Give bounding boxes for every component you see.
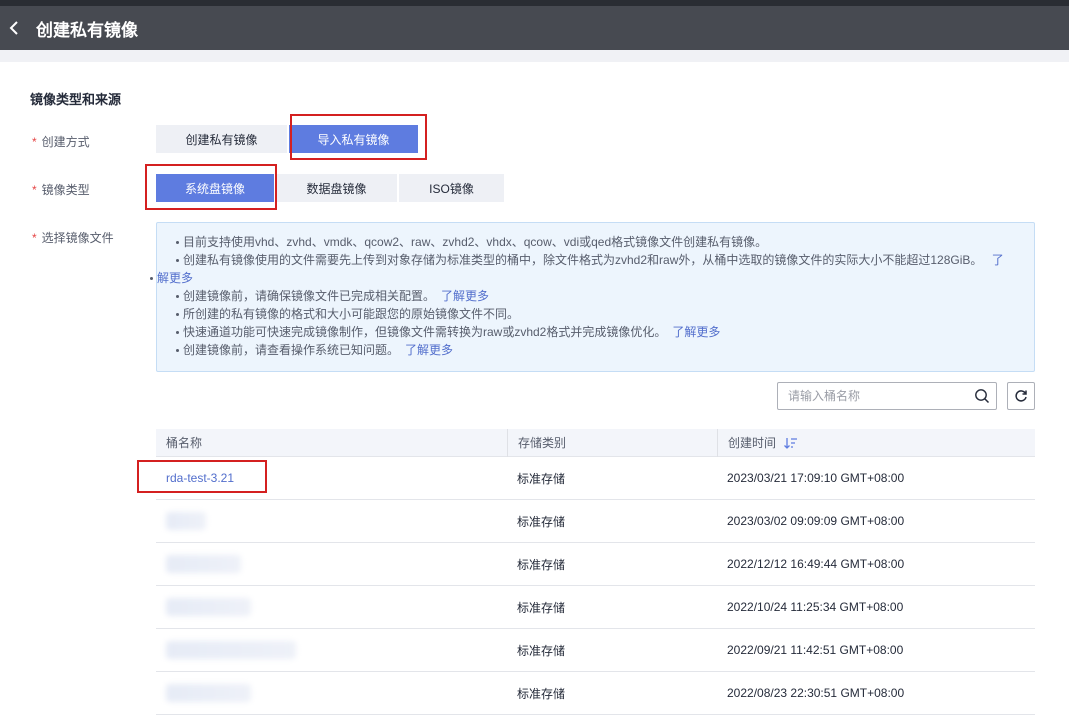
file-label: * 选择镜像文件 [32, 229, 114, 246]
table-row[interactable]: 标准存储 2022/10/24 11:25:34 GMT+08:00 [156, 586, 1035, 629]
refresh-button[interactable] [1007, 382, 1035, 410]
column-storage-class: 存储类别 [507, 428, 717, 457]
method-label-text: 创建方式 [41, 135, 90, 149]
info-tips: 目前支持使用vhd、zvhd、vmdk、qcow2、raw、zvhd2、vhdx… [150, 222, 1035, 372]
blurred-bucket-name[interactable] [166, 598, 251, 616]
bucket-name-cell [156, 672, 507, 715]
storage-class-cell: 标准存储 [517, 643, 566, 658]
search-icon [975, 389, 990, 404]
tip-text: 快速通道功能可快速完成镜像制作，但镜像文件需转换为raw或zvhd2格式并完成镜… [183, 325, 667, 339]
required-mark: * [32, 231, 37, 245]
bucket-name-cell [156, 500, 507, 543]
storage-class-cell: 标准存储 [517, 600, 566, 615]
highlight-box-system-disk [145, 164, 277, 210]
bucket-name-cell [156, 543, 507, 586]
learn-more-link[interactable]: 了解更多 [441, 289, 489, 303]
table-row[interactable]: rda-test-3.21 标准存储 2023/03/21 17:09:10 G… [156, 457, 1035, 500]
required-mark: * [32, 135, 37, 149]
section-title: 镜像类型和来源 [30, 92, 122, 107]
learn-more-link[interactable]: 解更多 [157, 271, 193, 285]
table-header: 桶名称 存储类别 创建时间 [156, 428, 1035, 457]
bucket-name-cell [156, 629, 507, 672]
back-button[interactable] [0, 6, 28, 50]
table-row[interactable]: 标准存储 2022/09/21 11:42:51 GMT+08:00 [156, 629, 1035, 672]
chevron-left-icon [9, 21, 18, 35]
learn-more-link[interactable]: 了解更多 [405, 343, 453, 357]
image-type-label-text: 镜像类型 [41, 183, 90, 197]
method-create-button[interactable]: 创建私有镜像 [156, 125, 289, 153]
tip-text: 创建镜像前，请查看操作系统已知问题。 [183, 343, 400, 357]
bucket-table: 桶名称 存储类别 创建时间 rda-test-3.21 标准存储 2023/03… [156, 428, 1035, 715]
table-row[interactable]: 标准存储 2022/12/12 16:49:44 GMT+08:00 [156, 543, 1035, 586]
tip-item: 创建镜像前，请查看操作系统已知问题。 了解更多 [176, 341, 1022, 359]
tip-item: 目前支持使用vhd、zvhd、vmdk、qcow2、raw、zvhd2、vhdx… [176, 233, 1022, 251]
storage-class-cell: 标准存储 [517, 557, 566, 572]
tip-item: 快速通道功能可快速完成镜像制作，但镜像文件需转换为raw或zvhd2格式并完成镜… [176, 323, 1022, 341]
blurred-bucket-name[interactable] [166, 684, 251, 702]
column-created-time-label: 创建时间 [728, 436, 777, 450]
file-label-text: 选择镜像文件 [41, 231, 114, 245]
highlight-box-bucket [137, 460, 267, 493]
created-time-cell: 2023/03/02 09:09:09 GMT+08:00 [727, 514, 905, 528]
image-type-label: * 镜像类型 [32, 181, 90, 198]
column-created-time[interactable]: 创建时间 [717, 428, 1035, 457]
created-time-cell: 2022/09/21 11:42:51 GMT+08:00 [727, 643, 904, 657]
required-mark: * [32, 183, 37, 197]
blurred-bucket-name[interactable] [166, 555, 241, 573]
learn-more-link[interactable]: 了 [992, 253, 1004, 267]
created-time-cell: 2022/08/23 22:30:51 GMT+08:00 [727, 686, 905, 700]
bucket-search-input[interactable] [778, 383, 968, 409]
storage-class-cell: 标准存储 [517, 471, 566, 486]
learn-more-link[interactable]: 了解更多 [672, 325, 720, 339]
tip-text: 所创建的私有镜像的格式和大小可能跟您的原始镜像文件不同。 [183, 307, 520, 321]
page-header: 创建私有镜像 [0, 6, 1069, 50]
bucket-name-cell [156, 586, 507, 629]
tip-text: 创建私有镜像使用的文件需要先上传到对象存储为标准类型的桶中，除文件格式为zvhd… [183, 253, 983, 267]
search-button[interactable] [968, 388, 996, 404]
created-time-cell: 2023/03/21 17:09:10 GMT+08:00 [727, 471, 905, 485]
sort-descending-icon[interactable] [784, 437, 798, 449]
blurred-bucket-name[interactable] [166, 512, 206, 530]
column-bucket-name: 桶名称 [166, 436, 203, 450]
table-row[interactable]: 标准存储 2023/03/02 09:09:09 GMT+08:00 [156, 500, 1035, 543]
main-content: 镜像类型和来源 * 创建方式 创建私有镜像 导入私有镜像 * 镜像类型 系统盘镜像 … [0, 62, 1069, 720]
type-iso-button[interactable]: ISO镜像 [399, 174, 504, 202]
page-title: 创建私有镜像 [36, 20, 138, 40]
tip-item: 所创建的私有镜像的格式和大小可能跟您的原始镜像文件不同。 [176, 305, 1022, 323]
tip-item: 创建镜像前，请确保镜像文件已完成相关配置。 了解更多 [176, 287, 1022, 305]
method-label: * 创建方式 [32, 133, 90, 150]
created-time-cell: 2022/12/12 16:49:44 GMT+08:00 [727, 557, 905, 571]
tip-text: 创建镜像前，请确保镜像文件已完成相关配置。 [183, 289, 436, 303]
storage-class-cell: 标准存储 [517, 514, 566, 529]
bucket-search [777, 382, 997, 410]
highlight-box-import [290, 114, 427, 160]
tip-item: 创建私有镜像使用的文件需要先上传到对象存储为标准类型的桶中，除文件格式为zvhd… [176, 251, 1022, 269]
tip-item-continuation: 解更多 [150, 269, 1022, 287]
type-data-disk-button[interactable]: 数据盘镜像 [276, 174, 399, 202]
blurred-bucket-name[interactable] [166, 641, 296, 659]
tip-text: 目前支持使用vhd、zvhd、vmdk、qcow2、raw、zvhd2、vhdx… [183, 235, 768, 249]
storage-class-cell: 标准存储 [517, 686, 566, 701]
refresh-icon [1015, 390, 1027, 402]
table-row[interactable]: 标准存储 2022/08/23 22:30:51 GMT+08:00 [156, 672, 1035, 715]
created-time-cell: 2022/10/24 11:25:34 GMT+08:00 [727, 600, 904, 614]
